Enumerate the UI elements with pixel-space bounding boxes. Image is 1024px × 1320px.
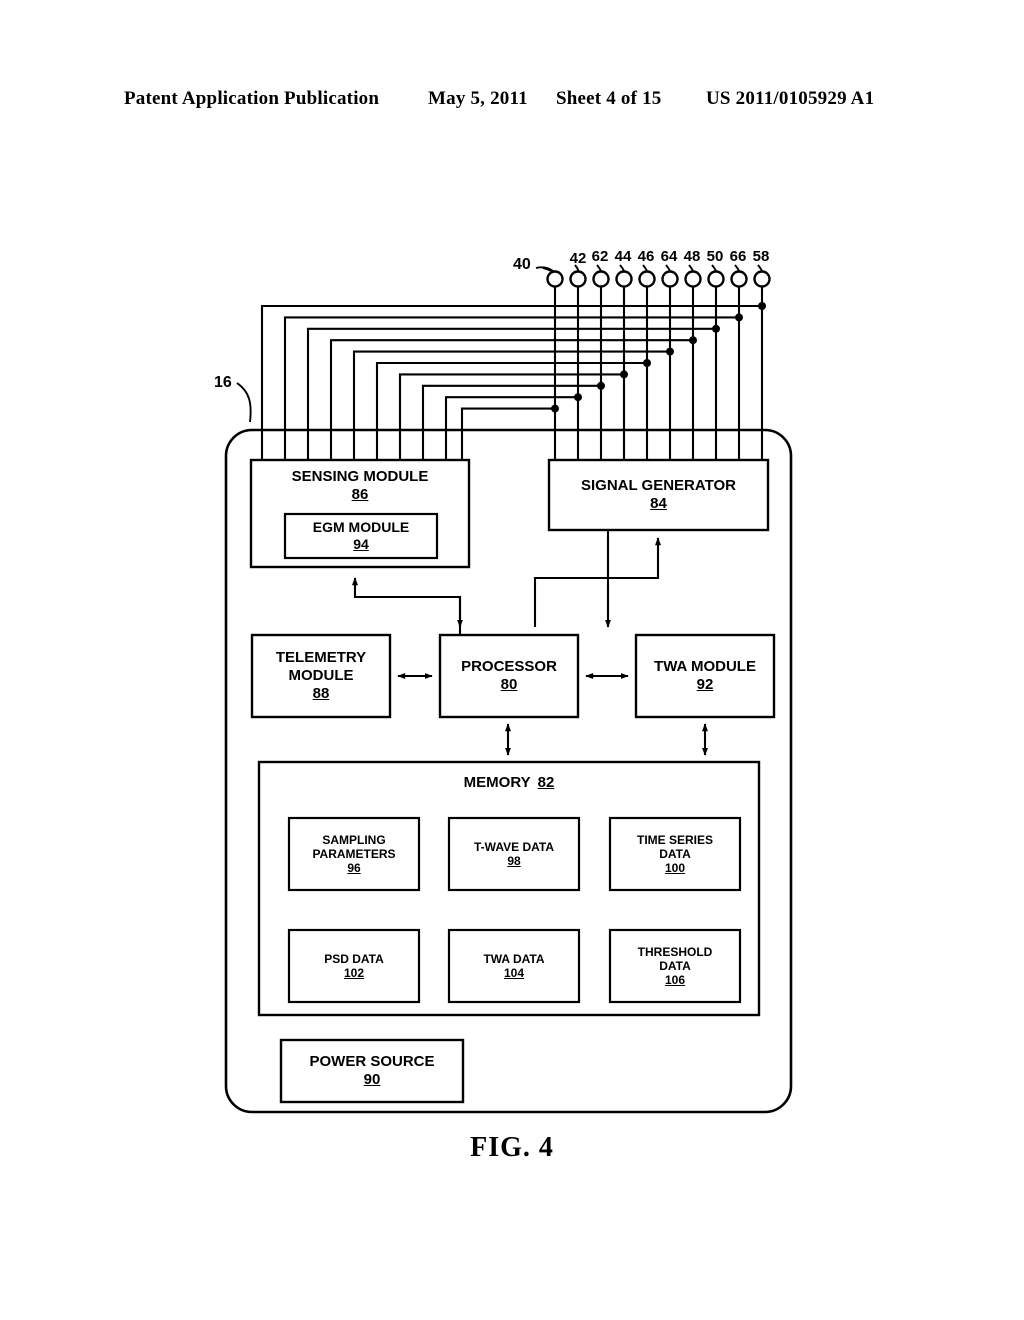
memory-item-label-0: SAMPLING PARAMETERS 96 <box>289 818 419 890</box>
egm-module-title: EGM MODULE <box>312 519 410 536</box>
memory-item-label-5: THRESHOLD DATA 106 <box>610 930 740 1002</box>
twa-module-ref: 92 <box>696 676 714 693</box>
connector-block-ref: 40 <box>513 256 531 273</box>
memory-item-2-line1: TIME SERIES <box>636 832 713 847</box>
memory-item-0-line2: PARAMETERS <box>312 846 396 861</box>
telemetry-module-label: TELEMETRY MODULE 88 <box>252 635 390 717</box>
memory-item-label-3: PSD DATA 102 <box>289 930 419 1002</box>
twa-module-label: TWA MODULE 92 <box>636 635 774 717</box>
device-ref: 16 <box>214 374 232 391</box>
memory-label: MEMORY 82 <box>259 770 759 796</box>
memory-item-4-ref: 104 <box>503 966 525 980</box>
terminal-circles <box>546 270 771 288</box>
memory-item-1-ref: 98 <box>507 854 521 868</box>
memory-ref: 82 <box>537 774 555 792</box>
figure-caption: FIG. 4 <box>470 1132 554 1163</box>
link-sensing-to-processor <box>352 577 463 635</box>
link-processor-to-signal-generator <box>533 530 661 628</box>
telemetry-module-ref: 88 <box>312 684 330 702</box>
power-source-label: POWER SOURCE 90 <box>281 1040 463 1102</box>
sensing-module-label: SENSING MODULE 86 <box>251 462 469 510</box>
telemetry-module-title-line2: MODULE <box>288 667 354 685</box>
egm-module-label: EGM MODULE 94 <box>285 514 437 558</box>
twa-module-title: TWA MODULE <box>654 658 756 676</box>
memory-item-4-line1: TWA DATA <box>483 951 545 966</box>
processor-ref: 80 <box>500 676 518 693</box>
power-source-title: POWER SOURCE <box>309 1053 435 1071</box>
device-ref-leader <box>236 382 252 423</box>
processor-label: PROCESSOR 80 <box>440 635 578 717</box>
sensing-module-ref: 86 <box>351 486 369 503</box>
memory-item-5-line1: THRESHOLD <box>637 944 713 959</box>
memory-item-0-line1: SAMPLING <box>322 832 386 847</box>
processor-title: PROCESSOR <box>461 658 557 676</box>
memory-item-2-ref: 100 <box>664 861 686 876</box>
egm-module-ref: 94 <box>353 536 369 552</box>
terminal-number-58: 58 <box>752 248 770 265</box>
memory-item-label-4: TWA DATA 104 <box>449 930 579 1002</box>
memory-item-0-ref: 96 <box>347 861 361 876</box>
memory-item-5-ref: 106 <box>664 973 686 988</box>
sensing-bus-routing <box>260 304 762 461</box>
memory-title: MEMORY <box>463 774 531 792</box>
signal-generator-label: SIGNAL GENERATOR 84 <box>549 460 768 530</box>
memory-item-3-ref: 102 <box>343 966 365 980</box>
memory-item-2-line2: DATA <box>659 846 691 861</box>
signal-generator-ref: 84 <box>650 495 667 512</box>
memory-item-1-line1: T-WAVE DATA <box>474 839 554 854</box>
memory-item-3-line1: PSD DATA <box>324 951 384 966</box>
sensing-module-title: SENSING MODULE <box>291 468 429 486</box>
telemetry-module-title-line1: TELEMETRY <box>275 649 367 667</box>
power-source-ref: 90 <box>363 1071 381 1088</box>
signal-generator-title: SIGNAL GENERATOR <box>580 477 737 495</box>
memory-item-label-2: TIME SERIES DATA 100 <box>610 818 740 890</box>
bus-junction-dots <box>551 302 766 413</box>
memory-item-5-line2: DATA <box>659 958 691 973</box>
memory-item-label-1: T-WAVE DATA 98 <box>449 818 579 890</box>
